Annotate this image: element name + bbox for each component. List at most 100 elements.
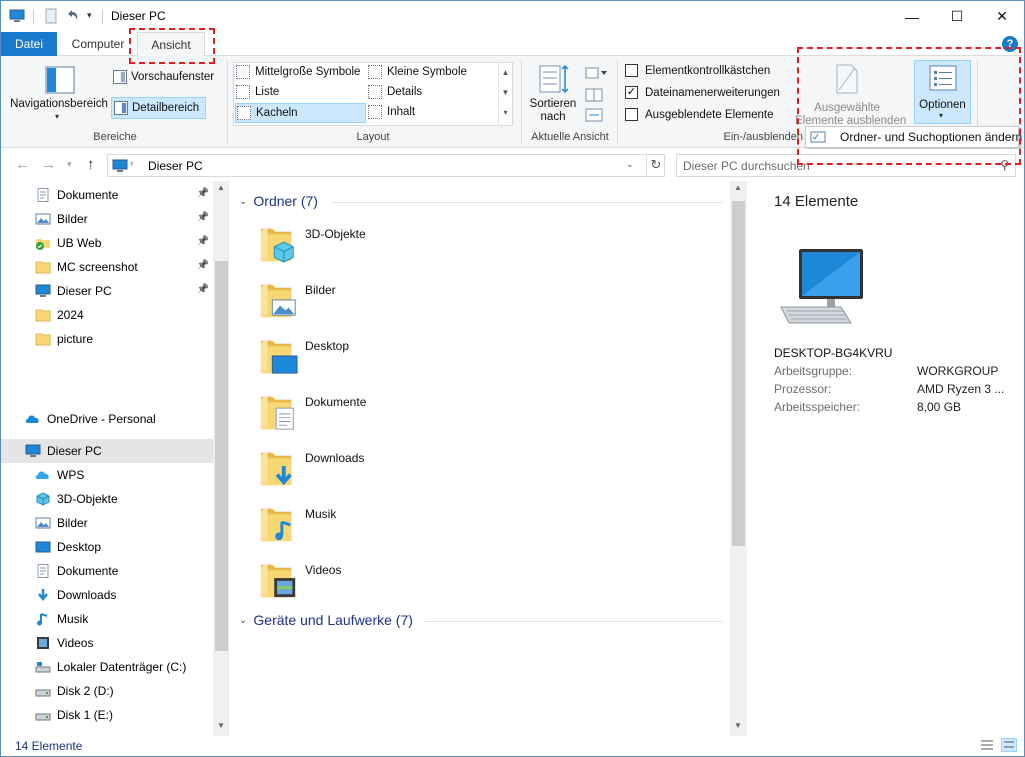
scroll-up-icon[interactable]: ▲ [734, 183, 742, 192]
scroll-down-icon[interactable]: ▼ [217, 721, 225, 730]
quick-access-dropdown-icon[interactable]: ▾ [87, 10, 92, 21]
nav-item[interactable]: Musik [1, 607, 213, 631]
file-extensions-checkbox[interactable]: ✓ [625, 86, 638, 99]
nav-item-label: WPS [57, 468, 85, 482]
nav-scroll-thumb[interactable] [215, 261, 228, 651]
content-scrollbar[interactable]: ▲ ▼ [730, 181, 747, 736]
folder-tile[interactable]: Downloads [259, 445, 559, 501]
computer-icon [35, 284, 51, 297]
folder-tile[interactable]: 3D-Objekte [259, 221, 559, 277]
navigation-pane-dropdown-icon: ▾ [55, 112, 60, 121]
layout-content[interactable]: Inhalt [368, 105, 415, 119]
layout-details[interactable]: Details [368, 85, 422, 99]
nav-item[interactable]: Dokumente [1, 559, 213, 583]
pin-icon[interactable]: 📌 [197, 284, 209, 295]
address-bar[interactable]: › Dieser PC ⌄ ↻ [107, 154, 665, 177]
3d-objects-icon [36, 492, 50, 506]
folder-tile[interactable]: Videos [259, 557, 559, 613]
nav-item[interactable]: Desktop [1, 535, 213, 559]
pin-icon[interactable]: 📌 [197, 188, 209, 199]
breadcrumb-chevron-icon[interactable]: › [130, 158, 133, 169]
computer-name: DESKTOP-BG4KVRU [774, 346, 893, 360]
layout-option-label: Inhalt [387, 106, 416, 118]
window-title: Dieser PC [111, 9, 166, 23]
folder-name: Downloads [305, 451, 365, 465]
documents-icon [37, 564, 49, 578]
collapse-chevron-icon[interactable]: ⌄ [239, 615, 247, 626]
nav-scrollbar[interactable]: ▲ ▼ [213, 181, 230, 736]
folder-tile[interactable]: Desktop [259, 333, 559, 389]
nav-item[interactable]: Downloads [1, 583, 213, 607]
ribbon-separator [521, 60, 522, 144]
scroll-up-icon[interactable]: ▲ [217, 183, 225, 192]
hidden-items-option[interactable]: Ausgeblendete Elemente [625, 108, 774, 121]
maximize-button[interactable]: ☐ [934, 1, 980, 32]
nav-item[interactable]: Dieser PC 📌 [1, 279, 213, 303]
navigation-pane-button[interactable]: Navigationsbereich ▾ [9, 60, 109, 126]
sort-by-button[interactable]: Sortieren nach [527, 60, 579, 130]
nav-item-label: Dieser PC [57, 284, 112, 298]
nav-item[interactable]: Bilder [1, 511, 213, 535]
devices-group-header[interactable]: ⌄ Geräte und Laufwerke (7) [239, 612, 413, 628]
nav-item[interactable]: Bilder 📌 [1, 207, 213, 231]
nav-item[interactable]: MC screenshot 📌 [1, 255, 213, 279]
address-path[interactable]: Dieser PC [148, 159, 203, 173]
close-button[interactable]: ✕ [979, 1, 1024, 32]
add-columns-icon[interactable] [585, 88, 603, 102]
layout-scroll-icon[interactable]: ▲ ▼ ▾ [498, 63, 512, 125]
hidden-items-checkbox[interactable] [625, 108, 638, 121]
tab-computer[interactable]: Computer [63, 32, 133, 56]
nav-item[interactable]: Disk 2 (D:) [1, 679, 213, 703]
pin-icon[interactable]: 📌 [197, 236, 209, 247]
nav-item-label: picture [57, 332, 94, 346]
content-scroll-thumb[interactable] [732, 201, 745, 546]
folder-tile[interactable]: Dokumente [259, 389, 559, 445]
recent-locations-icon[interactable]: ▾ [67, 159, 72, 170]
nav-item[interactable]: Videos [1, 631, 213, 655]
address-dropdown-icon[interactable]: ⌄ [626, 159, 634, 170]
nav-item[interactable]: WPS [1, 463, 213, 487]
preview-pane-button[interactable]: Vorschaufenster [113, 70, 214, 84]
nav-item-this-pc[interactable]: Dieser PC [1, 439, 213, 463]
property-label: Prozessor: [774, 382, 832, 396]
nav-item[interactable]: 2024 [1, 303, 213, 327]
pin-icon[interactable]: 📌 [197, 260, 209, 271]
nav-item[interactable]: 3D-Objekte [1, 487, 213, 511]
layout-option-label: Details [387, 86, 423, 98]
nav-item-label: Bilder [57, 212, 88, 226]
layout-tiles[interactable]: Kacheln [235, 103, 366, 123]
up-arrow-icon[interactable]: ↑ [87, 156, 95, 173]
details-pane-button[interactable]: Detailbereich [111, 97, 206, 119]
folders-group-header[interactable]: ⌄ Ordner (7) [239, 193, 318, 209]
tab-file[interactable]: Datei [1, 32, 57, 56]
nav-item-onedrive[interactable]: OneDrive - Personal [1, 407, 213, 431]
nav-item[interactable]: UB Web 📌 [1, 231, 213, 255]
collapse-chevron-icon[interactable]: ⌄ [239, 196, 247, 207]
group-by-icon[interactable] [585, 66, 607, 80]
nav-item-label: Disk 2 (D:) [57, 684, 114, 698]
minimize-button[interactable]: — [889, 1, 935, 32]
folder-tile[interactable]: Musik [259, 501, 559, 557]
layout-medium-icons[interactable]: Mittelgroße Symbole [236, 65, 360, 79]
layout-list[interactable]: Liste [236, 85, 279, 99]
item-checkboxes-option[interactable]: Elementkontrollkästchen [625, 64, 770, 77]
nav-item[interactable]: Lokaler Datenträger (C:) [1, 655, 213, 679]
undo-icon[interactable] [64, 8, 80, 24]
nav-item[interactable]: Dokumente 📌 [1, 183, 213, 207]
folder-tile[interactable]: Bilder [259, 277, 559, 333]
item-checkboxes-checkbox[interactable] [625, 64, 638, 77]
details-view-icon[interactable] [980, 739, 994, 751]
scroll-down-icon[interactable]: ▼ [734, 721, 742, 730]
back-arrow-icon[interactable]: ← [15, 156, 30, 173]
size-columns-icon[interactable] [585, 108, 603, 122]
tiles-view-icon[interactable] [1001, 738, 1017, 752]
nav-item[interactable]: Disk 1 (E:) [1, 703, 213, 727]
properties-icon[interactable] [43, 8, 59, 24]
forward-arrow-icon[interactable]: → [41, 156, 56, 173]
file-extensions-option[interactable]: ✓ Dateinamenerweiterungen [625, 86, 780, 99]
nav-item[interactable]: picture [1, 327, 213, 351]
onedrive-icon [25, 415, 39, 423]
pin-icon[interactable]: 📌 [197, 212, 209, 223]
refresh-icon[interactable]: ↻ [646, 154, 665, 177]
layout-small-icons[interactable]: Kleine Symbole [368, 65, 467, 79]
